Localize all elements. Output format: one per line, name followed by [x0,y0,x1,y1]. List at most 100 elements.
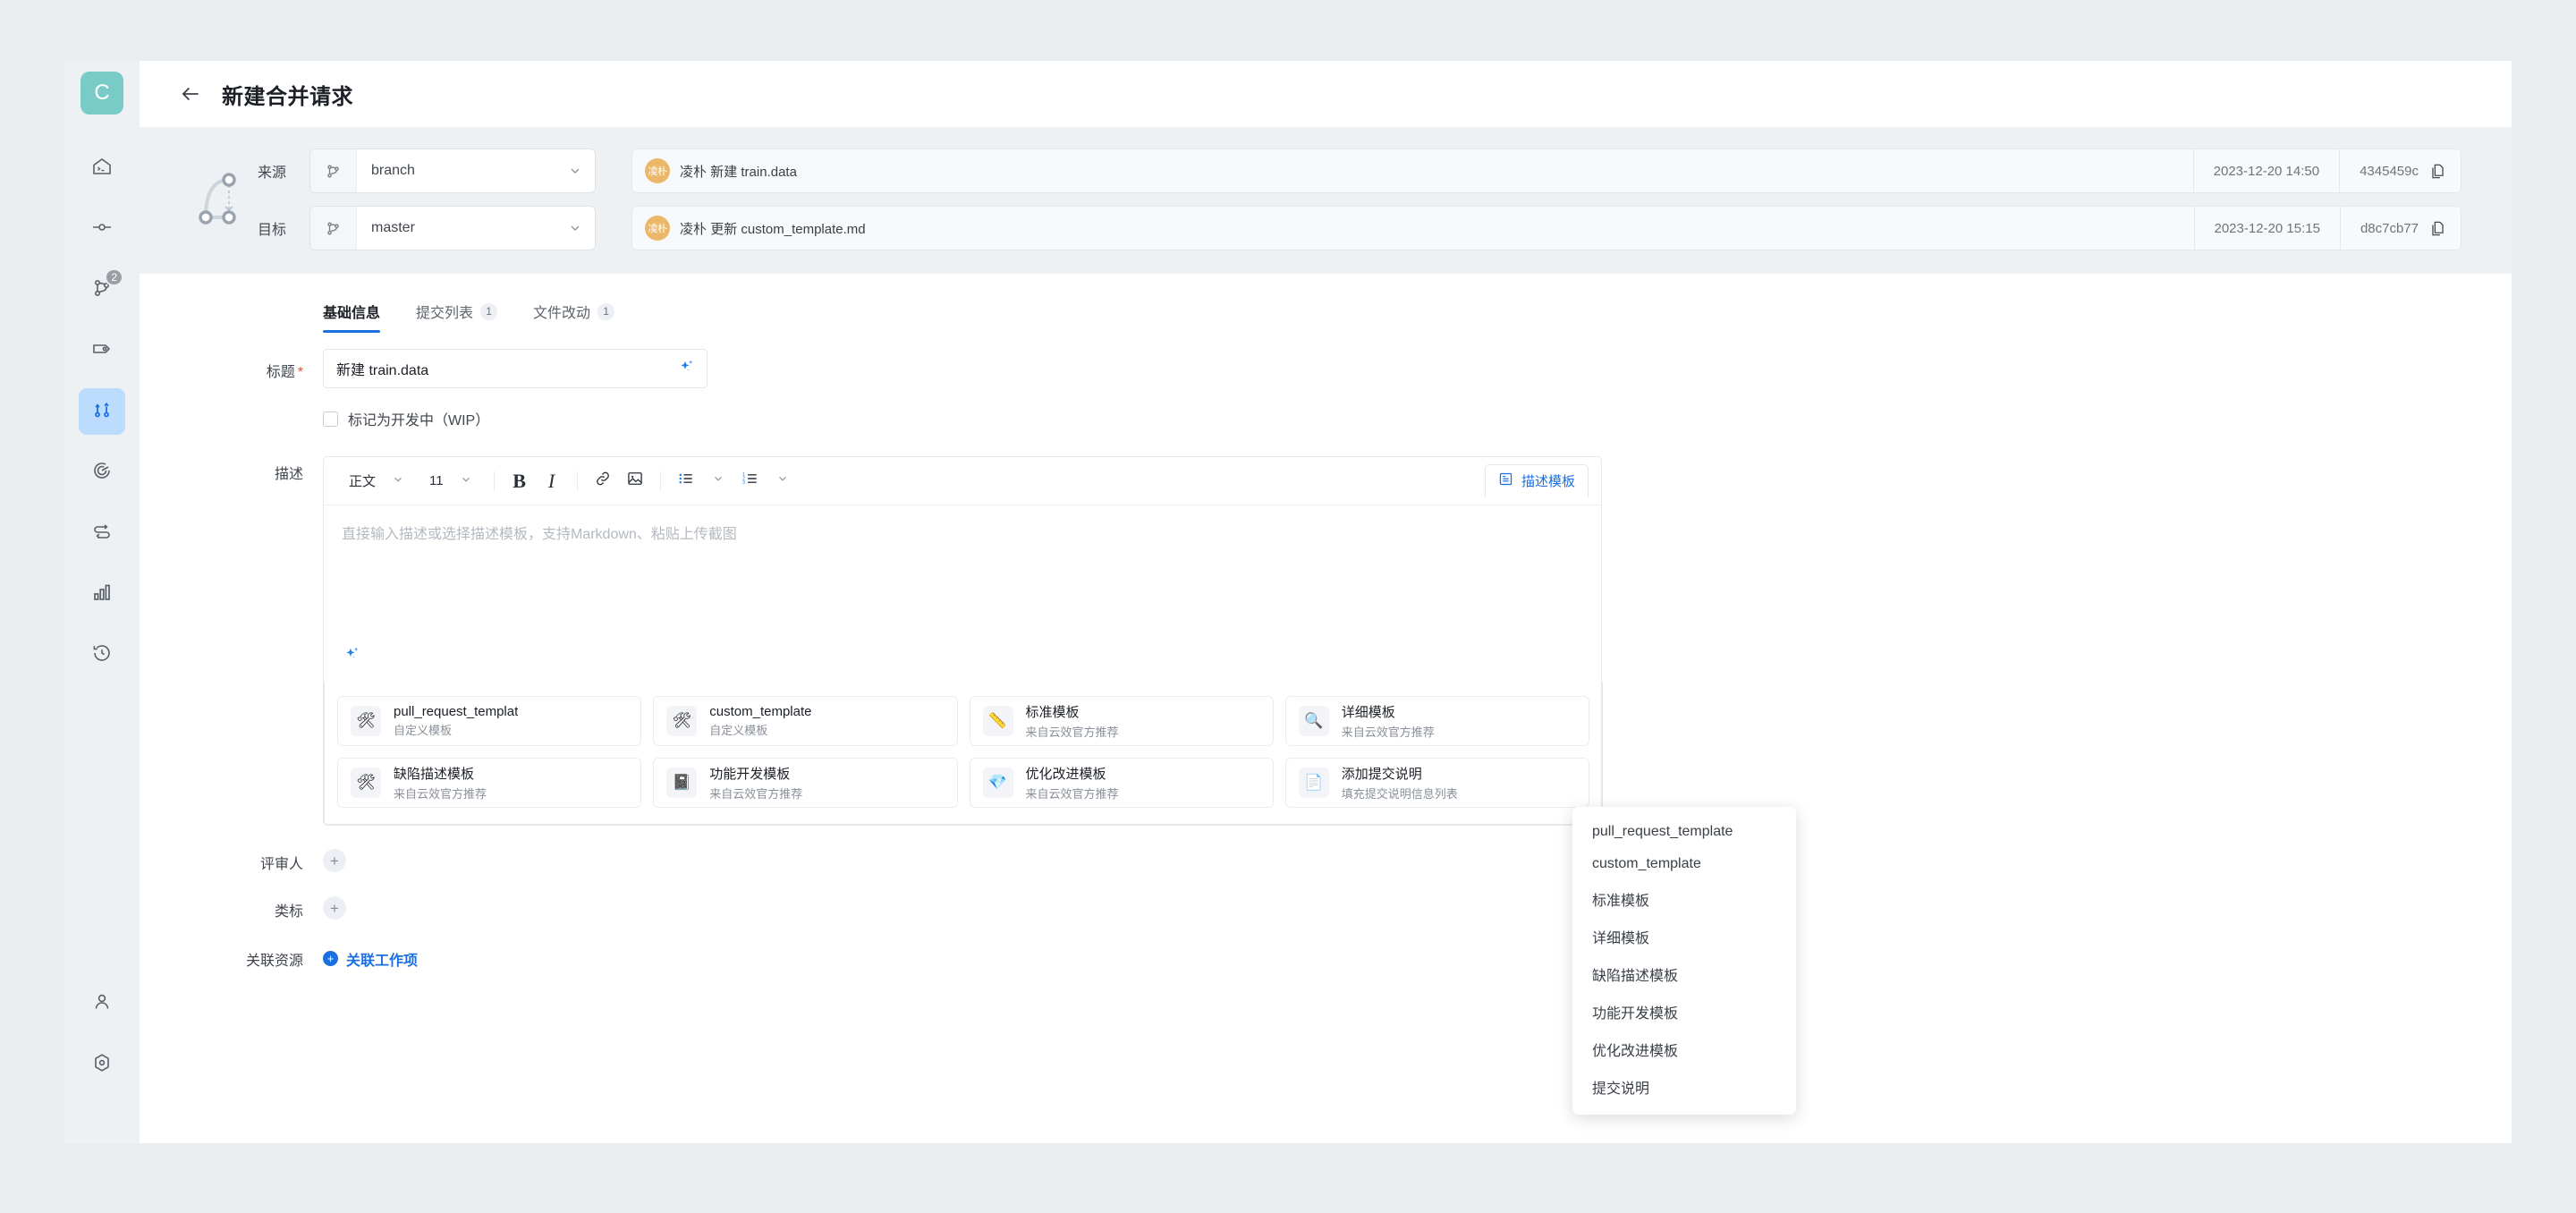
dropdown-item[interactable]: 详细模板 [1572,918,1796,955]
template-name: 详细模板 [1341,705,1395,720]
italic-button[interactable]: I [536,466,568,496]
toolbar-divider [493,471,495,491]
commit-message: 凌朴 新建 train.data [680,162,2193,181]
bold-button[interactable]: B [504,466,536,496]
template-card[interactable]: 🛠 缺陷描述模板 来自云效官方推荐 [337,758,642,808]
commit-row[interactable]: 凌朴 凌朴 新建 train.data 2023-12-20 14:50 434… [631,148,2462,193]
commit-date: 2023-12-20 14:50 [2192,149,2339,192]
tab-basic-info[interactable]: 基础信息 [323,301,381,333]
commit-sha: d8c7cb77 [2360,220,2419,236]
add-tag-button[interactable]: + [323,896,346,920]
branch-selection-zone: 来源 branch 凌朴 凌朴 新建 train.data 2023-12-20… [140,127,2512,263]
tab-label: 提交列表 [416,306,474,321]
ordered-list-button[interactable]: 1 2 3 [734,466,767,496]
template-card[interactable]: 📏 标准模板 来自云效官方推荐 [969,696,1274,746]
left-sidebar: C 2 [64,61,140,1143]
dropdown-item[interactable]: custom_template [1572,848,1796,880]
description-template-button[interactable]: 描述模板 [1484,464,1589,497]
commit-date: 2023-12-20 15:15 [2193,207,2340,250]
ordered-list-caret[interactable] [767,466,799,496]
description-editor-wrap: 正文 11 B I 1 2 3 描述模板 直接输入描述或选择描述模板，支持Mar… [323,456,1603,826]
tab-file-changes[interactable]: 文件改动 1 [533,301,615,333]
chevron-down-icon [568,164,595,178]
ai-sparkle-icon[interactable] [678,358,696,380]
dropdown-item[interactable]: 提交说明 [1572,1068,1796,1106]
target-icon [91,460,113,486]
sidebar-item-code-repo[interactable] [79,145,125,191]
merge-request-form: 标题 * 新建 train.data 标记为开发中（WIP） 描述 正文 11 … [140,333,2512,970]
ai-generate-button[interactable] [324,638,1601,682]
paragraph-style-select[interactable]: 正文 [336,471,417,490]
title-input-value: 新建 train.data [336,363,429,378]
copy-icon[interactable] [2429,163,2446,180]
branch-icon [310,207,357,250]
commit-sha-cell: d8c7cb77 [2339,207,2461,250]
image-button[interactable] [619,466,651,496]
dropdown-item[interactable]: 功能开发模板 [1572,993,1796,1031]
sidebar-item-branch[interactable]: 2 [79,267,125,313]
sidebar-item-history[interactable] [79,632,125,678]
sidebar-item-commit[interactable] [79,206,125,252]
template-card[interactable]: 📓 功能开发模板 来自云效官方推荐 [653,758,958,808]
title-input[interactable]: 新建 train.data [323,349,708,388]
template-subtitle: 自定义模板 [709,724,768,737]
commit-action: 更新 [710,221,738,237]
description-textarea[interactable]: 直接输入描述或选择描述模板，支持Markdown、粘贴上传截图 [324,505,1601,638]
tab-label: 基础信息 [323,306,381,321]
compare-icon [91,521,113,547]
link-button[interactable] [587,466,619,496]
title-label-text: 标题 [266,365,295,380]
copy-icon[interactable] [2429,220,2446,237]
sidebar-item-tag[interactable] [79,327,125,374]
template-card[interactable]: 🛠 custom_template 自定义模板 [653,696,958,746]
sidebar-item-compare[interactable] [79,510,125,556]
ruler-icon: 📏 [982,706,1013,736]
sidebar-item-settings[interactable] [79,1041,125,1088]
link-work-item-button[interactable]: + 关联工作项 [323,946,418,970]
sidebar-item-target[interactable] [79,449,125,496]
template-card[interactable]: 🔍 详细模板 来自云效官方推荐 [1284,696,1589,746]
branch-icon [310,149,357,192]
tab-label: 文件改动 [533,306,591,321]
template-card[interactable]: 🛠 pull_request_templat 自定义模板 [337,696,642,746]
plus-icon: + [323,951,338,966]
source-branch-select[interactable]: branch [309,148,596,193]
target-branch-select[interactable]: master [309,206,596,250]
back-button[interactable] [179,82,202,106]
source-branch-value: branch [371,163,415,178]
wip-row: 标记为开发中（WIP） [323,408,708,429]
linked-resource-label: 关联资源 [245,954,303,969]
sidebar-item-user[interactable] [79,980,125,1027]
bullet-list-button[interactable] [670,466,702,496]
wip-checkbox[interactable] [323,411,338,427]
dropdown-item[interactable]: 标准模板 [1572,880,1796,918]
settings-icon [91,1052,113,1078]
sidebar-item-statistics[interactable] [79,571,125,617]
avatar: 凌朴 [645,158,670,183]
add-reviewer-button[interactable]: + [323,849,346,872]
code-repo-icon [91,156,113,182]
template-subtitle: 来自云效官方推荐 [709,787,803,801]
magnifier-icon: 🔍 [1298,706,1329,736]
commit-row[interactable]: 凌朴 凌朴 更新 custom_template.md 2023-12-20 1… [631,206,2462,250]
tools-icon: 🛠 [666,706,698,736]
tab-commit-list[interactable]: 提交列表 1 [416,301,498,333]
tab-count: 1 [597,302,615,320]
reviewer-row: 评审人 + [140,849,2512,873]
dropdown-item[interactable]: 缺陷描述模板 [1572,955,1796,993]
dropdown-item[interactable]: pull_request_template [1572,816,1796,848]
branch-badge: 2 [105,268,123,286]
bullet-list-caret[interactable] [702,466,734,496]
dropdown-item[interactable]: 优化改进模板 [1572,1031,1796,1068]
template-name: 添加提交说明 [1341,767,1422,782]
template-card[interactable]: 📄 添加提交说明 填充提交说明信息列表 [1284,758,1589,808]
workspace-logo[interactable]: C [80,72,123,115]
font-size-select[interactable]: 11 [417,473,485,489]
template-card[interactable]: 💎 优化改进模板 来自云效官方推荐 [969,758,1274,808]
commit-file: custom_template.md [741,221,866,237]
sidebar-item-merge-request[interactable] [79,388,125,435]
template-subtitle: 自定义模板 [394,724,453,737]
paragraph-style-value: 正文 [349,474,377,489]
diamond-icon: 💎 [982,768,1013,798]
reviewer-label: 评审人 [259,857,303,872]
